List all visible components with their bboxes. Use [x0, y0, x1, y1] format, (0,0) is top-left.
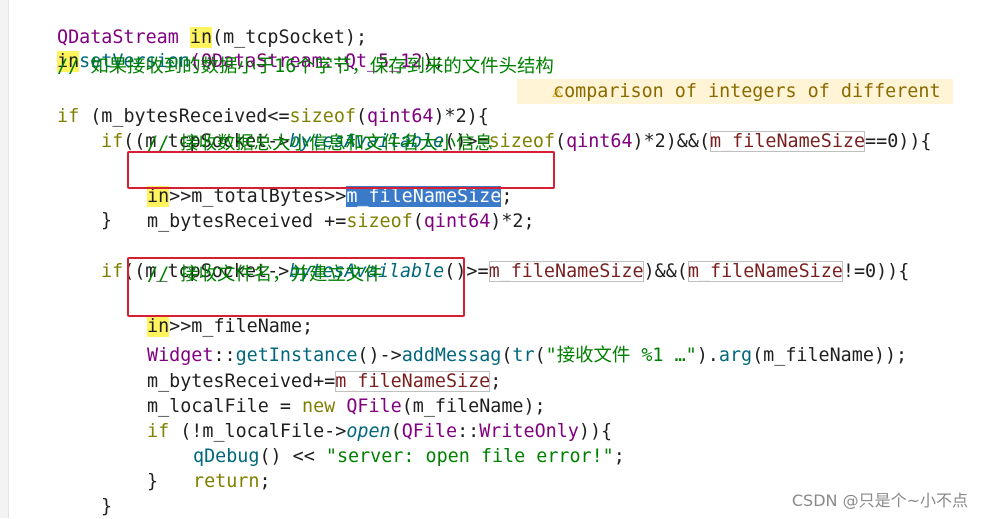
token-member: m_fileNameSize	[687, 261, 843, 282]
warning-triangle-icon: ⚠	[552, 81, 564, 102]
token: ==0)){	[865, 131, 932, 152]
watermark: CSDN @只是个~小不点	[791, 491, 968, 510]
keyword: sizeof	[346, 211, 413, 232]
code-line-19[interactable]: }	[147, 469, 158, 494]
token: (	[555, 131, 567, 152]
code-line-2[interactable]: insetVersion(QDataStream::Qt_5_12);	[57, 24, 445, 72]
code-line-17[interactable]: qDebug() << "server: open file error!";	[193, 419, 625, 467]
keyword: return	[193, 471, 260, 492]
editor-gutter	[0, 0, 9, 518]
token: !=0)){	[842, 261, 910, 282]
token: (	[412, 211, 424, 232]
inline-warning[interactable]: comparison of integers of different	[517, 79, 953, 104]
code-line-18[interactable]: return;	[193, 444, 271, 492]
code-line-1[interactable]: QDataStream in(m_tcpSocket);	[57, 0, 367, 48]
token-member: m_fileNameSize	[488, 261, 644, 282]
keyword: if	[147, 421, 170, 442]
code-line-15[interactable]: m_localFile = new QFile(m_fileName);	[147, 369, 546, 417]
token-string: "server: open file error!"	[325, 446, 614, 467]
token: ).	[696, 345, 719, 366]
keyword: sizeof	[488, 131, 555, 152]
token-member: m_fileNameSize	[710, 131, 866, 152]
token: (	[534, 345, 546, 366]
code-line-4[interactable]: if (m_bytesReceived<=sizeof(qint64)*2){	[57, 79, 489, 127]
token: qint64	[423, 211, 491, 232]
token: (m_fileName));	[752, 345, 908, 366]
token: )&&(	[643, 261, 688, 282]
token: ;	[259, 471, 271, 492]
code-line-20[interactable]: }	[101, 494, 112, 519]
annotation-box-2	[127, 257, 465, 317]
token: (	[501, 345, 513, 366]
warning-text: comparison of integers of different	[553, 81, 941, 102]
token-string: "接收文件 %1 …"	[545, 345, 697, 366]
code-line-16[interactable]: if (!m_localFile->open(QFile::WriteOnly)…	[147, 394, 612, 442]
token: arg	[718, 345, 753, 366]
token: ;	[613, 446, 625, 467]
keyword: if	[101, 131, 124, 152]
token: m_bytesReceived +=	[147, 211, 347, 232]
code-line-10[interactable]: if((m_tcpSocket->bytesAvailable()>=m_fil…	[101, 234, 909, 282]
token: qint64	[566, 131, 633, 152]
code-line-14[interactable]: m_bytesReceived+=m_fileNameSize;	[147, 344, 501, 392]
annotation-box-1	[127, 151, 555, 189]
code-line-3[interactable]: // 如果接收到的数据小于16个字节，保存到来的文件头结构	[57, 54, 554, 79]
token: tr	[512, 345, 535, 366]
keyword: if	[57, 106, 80, 127]
token: )*2;	[490, 211, 535, 232]
code-line-9[interactable]: }	[101, 208, 112, 233]
keyword: if	[101, 261, 124, 282]
token: )*2)&&(	[632, 131, 711, 152]
code-line-13[interactable]: Widget::getInstance()->addMessag(tr("接收文…	[147, 318, 907, 366]
code-line-5[interactable]: if((m_tcpSocket->bytesAvailable()>=sizeo…	[101, 104, 931, 152]
